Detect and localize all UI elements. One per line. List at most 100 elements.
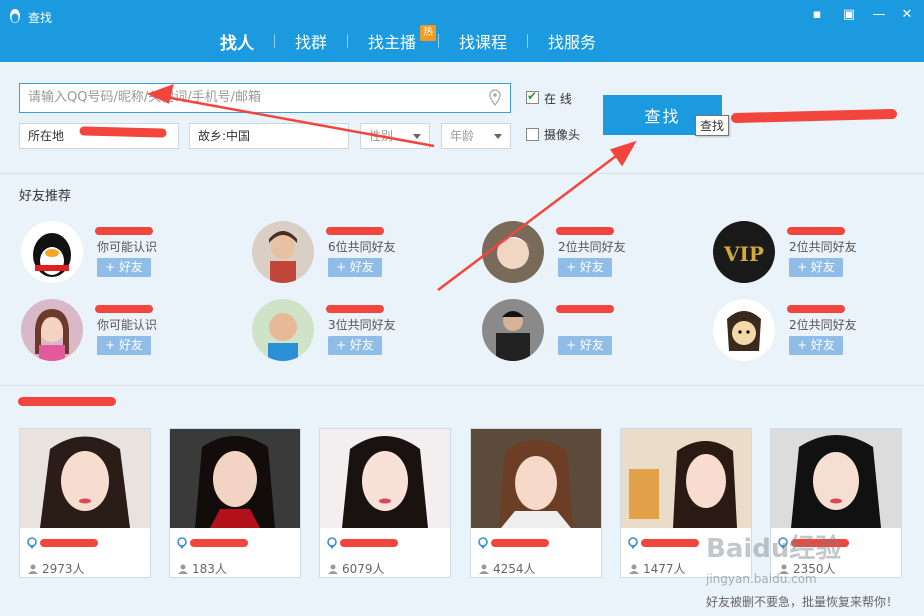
- streamer-name-redacted: [641, 539, 699, 547]
- nickname-redacted: [556, 227, 614, 235]
- recommend-item[interactable]: 你可能认识 + 好友: [21, 299, 241, 369]
- age-placeholder: 年龄: [450, 129, 475, 143]
- recommend-item[interactable]: + 好友: [482, 299, 702, 369]
- nickname-redacted: [326, 227, 384, 235]
- tab-find-streamer[interactable]: 找主播热: [348, 25, 438, 53]
- viewer-count: 4254人: [479, 560, 536, 577]
- hometown-value: 故乡:中国: [198, 129, 251, 143]
- location-pin-icon: [327, 537, 337, 549]
- location-pin-icon: [27, 537, 37, 549]
- nickname-redacted: [787, 227, 845, 235]
- recommend-item[interactable]: VIP 2位共同好友 + 好友: [713, 221, 924, 291]
- svg-text:VIP: VIP: [723, 242, 764, 266]
- recommend-reason: 你可能认识: [97, 240, 158, 254]
- avatar[interactable]: [252, 221, 314, 283]
- footer-note[interactable]: 好友被删不要急，批量恢复来帮你！: [706, 593, 898, 610]
- streamer-name-redacted: [340, 539, 398, 547]
- tab-find-service[interactable]: 找服务: [528, 29, 616, 53]
- streamer-card[interactable]: 4254人: [470, 428, 602, 578]
- recommend-item[interactable]: 2位共同好友 + 好友: [482, 221, 702, 291]
- location-pin-icon: [628, 537, 638, 549]
- location-pin-icon: [177, 537, 187, 549]
- recommend-item[interactable]: 2位共同好友 + 好友: [713, 299, 924, 369]
- search-placeholder: 请输入QQ号码/昵称/关键词/手机号/邮箱: [28, 90, 261, 105]
- person-icon: [629, 564, 639, 574]
- section-divider: [0, 385, 924, 386]
- avatar[interactable]: [482, 299, 544, 361]
- minimize-icon[interactable]: —: [870, 6, 888, 24]
- viewer-count-value: 6079人: [342, 562, 385, 576]
- add-friend-button[interactable]: + 好友: [558, 258, 612, 277]
- streamer-card[interactable]: 2973人: [19, 428, 151, 578]
- tab-find-group[interactable]: 找群: [275, 29, 347, 53]
- watermark-logo: Baidu经验: [706, 534, 842, 564]
- recommend-item[interactable]: 你可能认识 + 好友: [21, 221, 241, 291]
- hot-badge: 热: [420, 25, 437, 41]
- streamer-photo[interactable]: [20, 429, 150, 528]
- add-friend-button[interactable]: + 好友: [789, 258, 843, 277]
- gender-select[interactable]: 性别: [360, 123, 430, 149]
- avatar[interactable]: VIP: [713, 221, 775, 283]
- nickname-redacted: [787, 305, 845, 313]
- add-friend-button[interactable]: + 好友: [97, 258, 151, 277]
- viewer-count: 183人: [178, 560, 227, 577]
- avatar[interactable]: [713, 299, 775, 361]
- avatar[interactable]: [21, 299, 83, 361]
- hometown-select[interactable]: 故乡:中国: [189, 123, 349, 149]
- location-select[interactable]: 所在地: [19, 123, 179, 149]
- title-bar: 查找 ▪ ▣ — ✕ 找人 找群 找主播热 找课程 找服务: [0, 0, 924, 62]
- search-panel: 请输入QQ号码/昵称/关键词/手机号/邮箱 所在地 故乡:中国 性别 年龄 在 …: [0, 62, 924, 174]
- viewer-count: 1477人: [629, 560, 686, 577]
- skin-icon[interactable]: ▣: [840, 6, 858, 24]
- person-icon: [328, 564, 338, 574]
- recommend-item[interactable]: 6位共同好友 + 好友: [252, 221, 472, 291]
- gender-placeholder: 性别: [369, 129, 394, 143]
- online-checkbox[interactable]: [526, 89, 539, 104]
- age-select[interactable]: 年龄: [441, 123, 511, 149]
- avatar[interactable]: [482, 221, 544, 283]
- recommend-item[interactable]: 3位共同好友 + 好友: [252, 299, 472, 369]
- recommend-reason: 2位共同好友: [558, 240, 626, 254]
- streamer-photo[interactable]: [320, 429, 450, 528]
- chevron-down-icon: [413, 134, 421, 139]
- location-pin-icon[interactable]: [488, 89, 502, 107]
- streamer-name-redacted: [491, 539, 549, 547]
- streamer-name-redacted: [40, 539, 98, 547]
- streamer-card[interactable]: 6079人: [319, 428, 451, 578]
- person-icon: [28, 564, 38, 574]
- add-friend-button[interactable]: + 好友: [97, 336, 151, 355]
- streamer-card[interactable]: 183人: [169, 428, 301, 578]
- add-friend-button[interactable]: + 好友: [558, 336, 612, 355]
- streamer-photo[interactable]: [170, 429, 300, 528]
- baidu-watermark: Baidu经验: [706, 528, 841, 565]
- section-title: 好友推荐: [19, 189, 72, 204]
- streamer-name-redacted: [190, 539, 248, 547]
- add-friend-button[interactable]: + 好友: [328, 336, 382, 355]
- viewer-count-value: 2973人: [42, 562, 85, 576]
- add-friend-button[interactable]: + 好友: [789, 336, 843, 355]
- viewer-count-value: 4254人: [493, 562, 536, 576]
- tab-bar: 找人 找群 找主播热 找课程 找服务: [200, 25, 616, 56]
- avatar[interactable]: [252, 299, 314, 361]
- streamer-photo[interactable]: [471, 429, 601, 528]
- close-icon[interactable]: ✕: [898, 6, 916, 24]
- feedback-icon[interactable]: ▪: [808, 6, 826, 24]
- nickname-redacted: [95, 305, 153, 313]
- person-icon: [479, 564, 489, 574]
- camera-checkbox[interactable]: [526, 128, 539, 141]
- nickname-redacted: [95, 227, 153, 235]
- streamer-photo[interactable]: [771, 429, 901, 528]
- location-pin-icon: [478, 537, 488, 549]
- tab-find-course[interactable]: 找课程: [439, 29, 527, 53]
- recommend-reason: 2位共同好友: [789, 318, 857, 332]
- streamer-photo[interactable]: [621, 429, 751, 528]
- recommend-reason: 2位共同好友: [789, 240, 857, 254]
- nickname-redacted: [326, 305, 384, 313]
- tab-find-people[interactable]: 找人: [200, 29, 274, 54]
- watermark-url: jingyan.baidu.com: [706, 572, 817, 586]
- avatar[interactable]: [21, 221, 83, 283]
- search-input[interactable]: 请输入QQ号码/昵称/关键词/手机号/邮箱: [19, 83, 511, 113]
- add-friend-button[interactable]: + 好友: [328, 258, 382, 277]
- online-label: 在 线: [544, 92, 572, 106]
- viewer-count: 6079人: [328, 560, 385, 577]
